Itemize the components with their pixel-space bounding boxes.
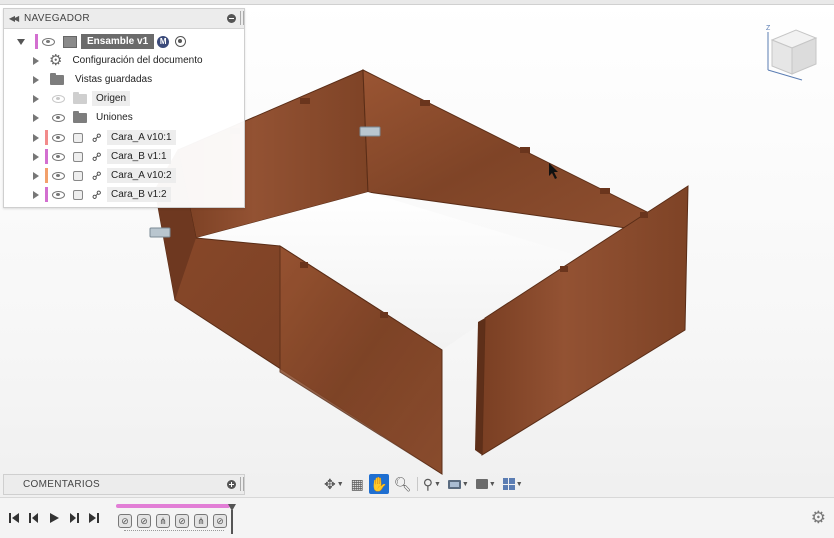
component-icon — [73, 132, 83, 143]
tree-item-cara-a-2[interactable]: ⚯ Cara_A v10:2 — [33, 166, 176, 185]
tree-item-document-settings[interactable]: ⚙ Configuración del documento — [33, 51, 207, 70]
tree-root-row[interactable]: Ensamble v1 M — [17, 32, 187, 51]
component-icon — [73, 189, 83, 200]
expand-icon[interactable] — [33, 94, 39, 103]
tree-item-cara-a-1[interactable]: ⚯ Cara_A v10:1 — [33, 128, 176, 147]
visual-style-icon[interactable]: ▼ — [474, 474, 498, 494]
link-icon: ⚯ — [88, 147, 106, 166]
color-bar — [45, 187, 48, 202]
visibility-icon[interactable] — [42, 37, 55, 46]
tree-item-cara-b-2[interactable]: ⚯ Cara_B v1:2 — [33, 185, 171, 204]
timeline-feature-joint-icon[interactable]: ⊘ — [213, 514, 227, 528]
look-at-icon[interactable]: ▦ — [349, 474, 366, 494]
assembly-icon — [63, 35, 77, 48]
timeline-ruler — [124, 530, 224, 532]
color-bar — [45, 149, 48, 164]
color-bar — [35, 34, 38, 49]
tree-item-saved-views[interactable]: Vistas guardadas — [33, 70, 156, 89]
link-icon: ⚯ — [88, 128, 106, 147]
activate-radio[interactable] — [175, 36, 187, 47]
viewcube[interactable]: Z — [762, 22, 822, 82]
step-forward-icon[interactable] — [65, 508, 83, 528]
model-badge: M — [157, 35, 170, 48]
tree-item-label: Origen — [92, 91, 131, 106]
timeline-marker-line — [231, 510, 233, 534]
orbit-icon[interactable]: ✥ ▼ — [322, 474, 346, 494]
toolbar-separator — [416, 477, 418, 491]
color-bar — [45, 130, 48, 145]
visibility-icon[interactable] — [52, 113, 65, 122]
navigation-toolbar: ✥ ▼ ▦ ✋ 🔍︎ ⚲ ▼ ▼ ▼ ▼ — [322, 473, 525, 495]
zoom-window-icon[interactable]: ⚲ ▼ — [421, 474, 443, 494]
expand-icon[interactable] — [33, 152, 39, 161]
link-icon: ⚯ — [88, 166, 106, 185]
timeline-feature-joint-icon[interactable]: ⊘ — [137, 514, 151, 528]
tree-item-label: Cara_B v1:2 — [107, 187, 171, 202]
visibility-icon[interactable] — [52, 171, 65, 180]
visibility-icon[interactable] — [52, 152, 65, 161]
go-to-start-icon[interactable] — [5, 508, 23, 528]
component-icon — [73, 151, 83, 162]
tree-item-label: Cara_B v1:1 — [107, 149, 171, 164]
timeline-feature-rigid-icon[interactable]: ⋔ — [156, 514, 170, 528]
go-to-end-icon[interactable] — [85, 508, 103, 528]
step-back-icon[interactable] — [25, 508, 43, 528]
front-right-panel — [481, 185, 689, 456]
timeline-feature-joint-icon[interactable]: ⊘ — [118, 514, 132, 528]
timeline-feature-rigid-icon[interactable]: ⋔ — [194, 514, 208, 528]
tree-item-origin[interactable]: Origen — [33, 89, 131, 108]
folder-icon — [73, 91, 87, 104]
add-comment-icon[interactable] — [227, 480, 236, 489]
toolbar-edge — [0, 0, 834, 5]
pan-icon[interactable]: ✋ — [368, 474, 389, 494]
navigator-header: ◀◀ NAVEGADOR — [4, 9, 244, 29]
timeline-progress — [116, 504, 230, 508]
expand-icon[interactable] — [33, 75, 39, 84]
expand-icon[interactable] — [33, 190, 39, 199]
panel-grip-icon[interactable] — [240, 477, 244, 491]
expand-icon[interactable] — [17, 38, 25, 45]
viewports-icon[interactable]: ▼ — [501, 474, 525, 494]
zoom-icon[interactable]: 🔍︎ — [392, 474, 414, 494]
navigator-panel: ◀◀ NAVEGADOR Ensamble v1 M ⚙ Configuraci… — [3, 8, 245, 208]
tree-item-joints[interactable]: Uniones — [33, 108, 137, 127]
navigator-title: NAVEGADOR — [24, 13, 90, 24]
comments-panel[interactable]: COMENTARIOS — [3, 474, 245, 495]
expand-icon[interactable] — [33, 113, 39, 122]
visibility-icon[interactable] — [52, 190, 65, 199]
visibility-icon[interactable] — [52, 133, 65, 142]
folder-icon — [50, 72, 64, 85]
color-bar — [45, 168, 48, 183]
panel-grip-icon[interactable] — [240, 11, 244, 25]
display-settings-icon[interactable]: ▼ — [446, 474, 471, 494]
component-icon — [73, 170, 83, 181]
root-label: Ensamble v1 — [81, 34, 155, 49]
settings-gear-icon[interactable]: ⚙ — [811, 508, 826, 528]
tree-item-cara-b-1[interactable]: ⚯ Cara_B v1:1 — [33, 147, 171, 166]
tree-item-label: Configuración del documento — [72, 55, 203, 66]
collapse-panel-icon[interactable]: ◀◀ — [6, 9, 20, 28]
gear-icon: ⚙ — [49, 52, 63, 69]
tree-item-label: Uniones — [96, 112, 133, 123]
z-axis-label: Z — [766, 25, 771, 32]
tree-item-label: Cara_A v10:1 — [107, 130, 176, 145]
comments-title: COMENTARIOS — [23, 479, 101, 490]
link-icon: ⚯ — [88, 185, 106, 204]
expand-icon[interactable] — [33, 133, 39, 142]
expand-icon[interactable] — [33, 56, 39, 65]
timeline-track[interactable]: ⊘ ⊘ ⋔ ⊘ ⋔ ⊘ — [116, 504, 236, 534]
folder-icon — [73, 110, 87, 123]
tree-item-label: Vistas guardadas — [75, 74, 153, 85]
expand-icon[interactable] — [33, 171, 39, 180]
timeline-feature-joint-icon[interactable]: ⊘ — [175, 514, 189, 528]
tree-item-label: Cara_A v10:2 — [107, 168, 176, 183]
play-icon[interactable] — [45, 508, 63, 528]
minimize-panel-icon[interactable] — [227, 14, 236, 23]
timeline-bar: ⊘ ⊘ ⋔ ⊘ ⋔ ⊘ ⚙ — [0, 497, 834, 538]
visibility-icon[interactable] — [52, 94, 65, 103]
